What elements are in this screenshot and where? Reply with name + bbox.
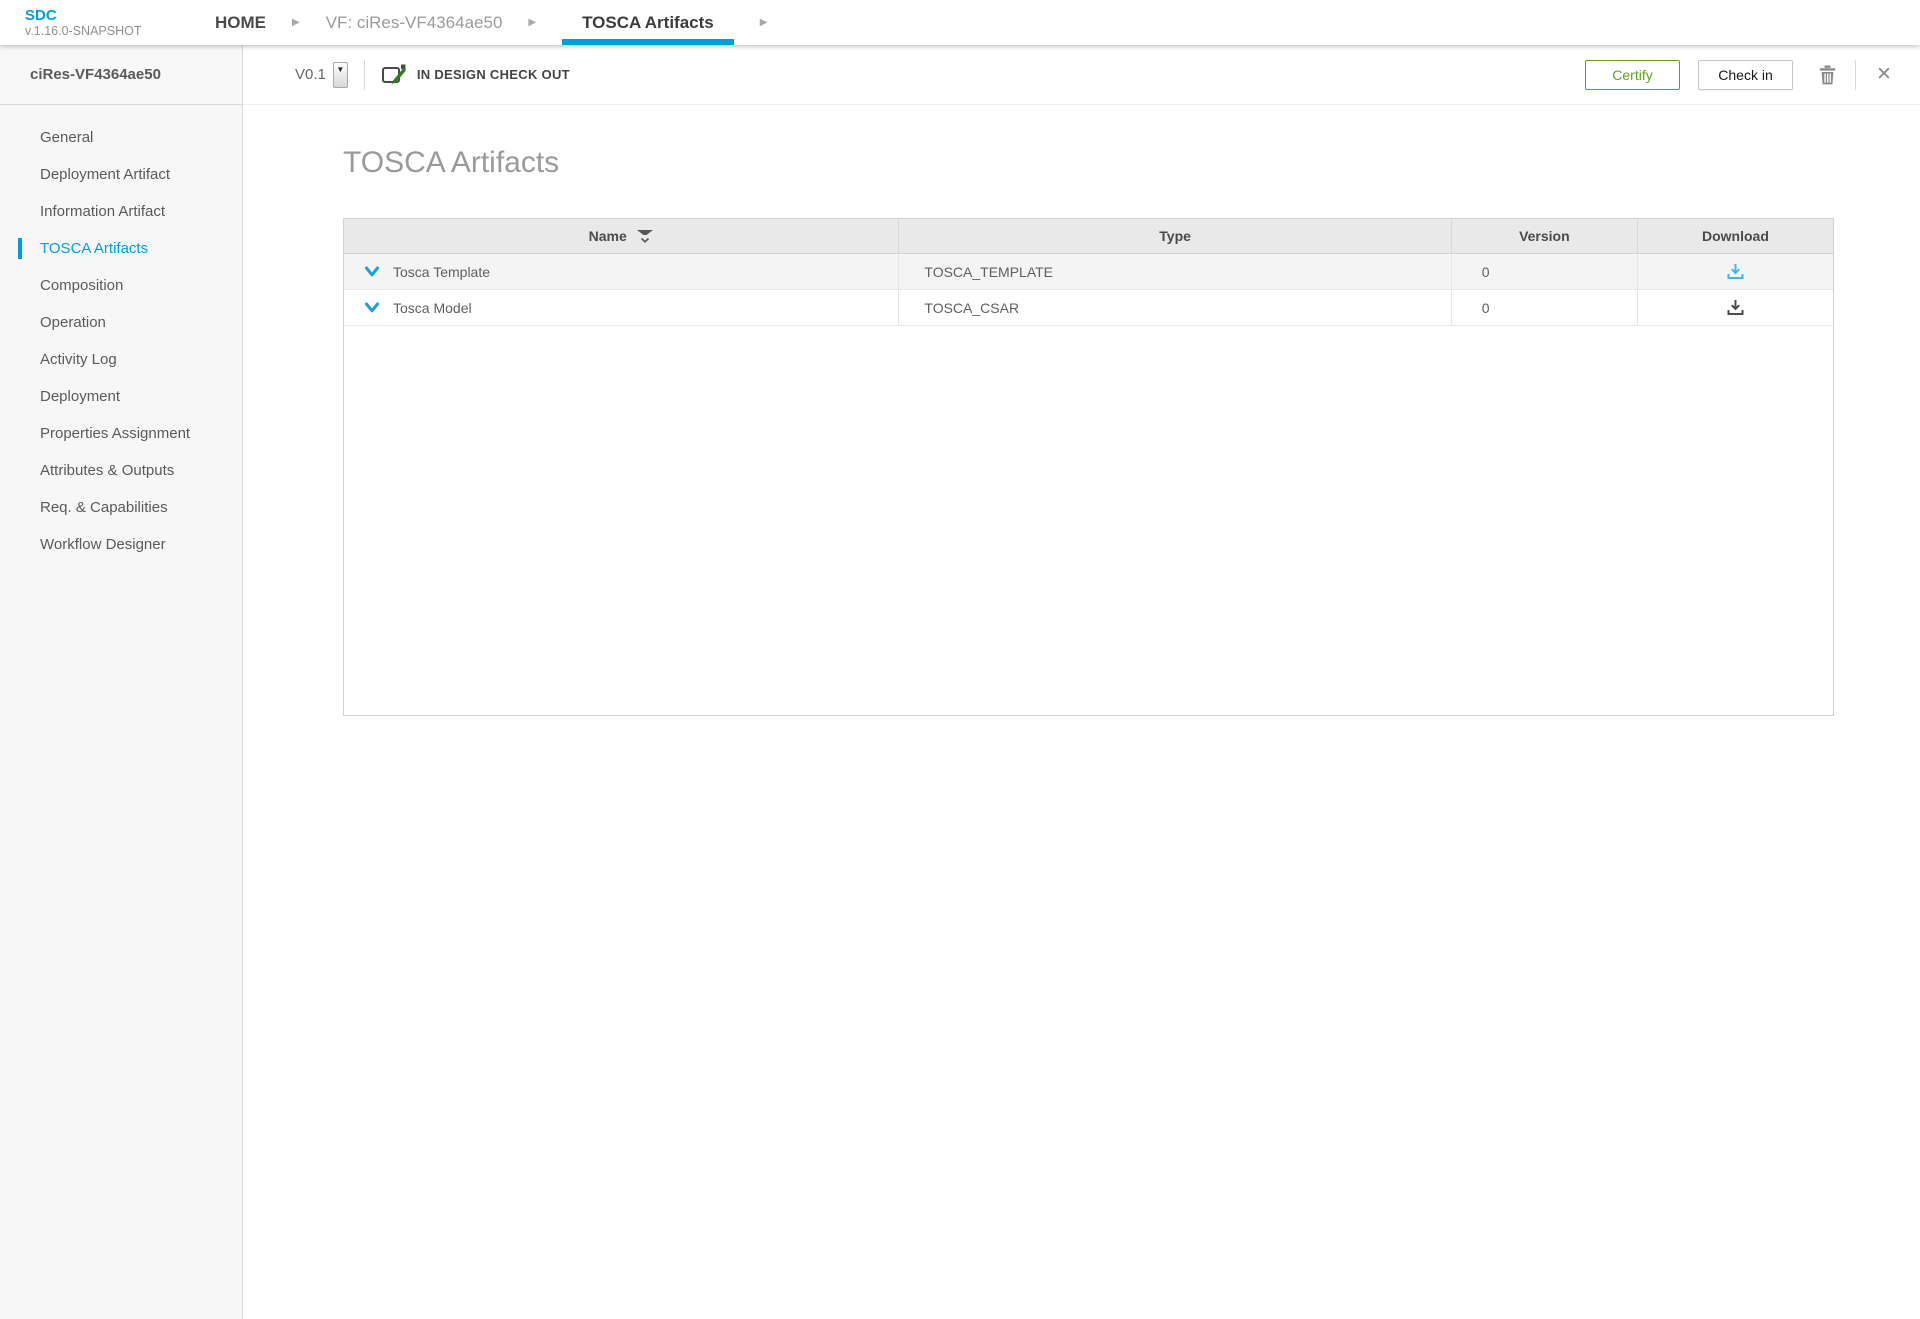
artifact-version-cell: 0	[1452, 290, 1638, 325]
version-stepper[interactable]: ▼	[333, 62, 348, 88]
sidebar-item-properties-assignment[interactable]: Properties Assignment	[0, 415, 242, 452]
artifact-version-cell: 0	[1452, 254, 1638, 289]
sidebar-item-activity-log[interactable]: Activity Log	[0, 341, 242, 378]
artifact-name: Tosca Template	[393, 264, 490, 280]
toolbar-divider	[364, 60, 365, 90]
artifact-type-cell: TOSCA_TEMPLATE	[899, 254, 1451, 289]
sidebar-item-tosca-artifacts[interactable]: TOSCA Artifacts	[0, 230, 242, 267]
page-title: TOSCA Artifacts	[343, 145, 1834, 181]
toolbar-divider	[1855, 60, 1856, 90]
lifecycle-state-label: IN DESIGN CHECK OUT	[417, 67, 570, 82]
certify-button[interactable]: Certify	[1585, 60, 1680, 90]
breadcrumb-arrow-icon: ▶	[292, 0, 300, 45]
sidebar-item-operation[interactable]: Operation	[0, 304, 242, 341]
main-content: TOSCA Artifacts Name Type Version Downlo…	[243, 105, 1920, 1319]
artifact-download-cell	[1638, 290, 1833, 325]
close-icon[interactable]: ✕	[1872, 60, 1896, 90]
artifact-name-cell: Tosca Template	[344, 254, 899, 289]
column-header-type[interactable]: Type	[899, 219, 1451, 253]
page-body: General Deployment Artifact Information …	[0, 105, 1920, 1319]
artifact-type-cell: TOSCA_CSAR	[899, 290, 1451, 325]
sidebar-item-req-capabilities[interactable]: Req. & Capabilities	[0, 489, 242, 526]
active-tab-underline	[562, 39, 734, 45]
download-icon[interactable]	[1726, 299, 1745, 316]
artifact-download-cell	[1638, 254, 1833, 289]
artifact-name: Tosca Model	[393, 300, 472, 316]
breadcrumb-active-label: TOSCA Artifacts	[582, 13, 714, 33]
table-row[interactable]: Tosca Model TOSCA_CSAR 0	[344, 290, 1833, 326]
column-header-download[interactable]: Download	[1638, 219, 1833, 253]
sidebar-item-general[interactable]: General	[0, 119, 242, 156]
sidebar: General Deployment Artifact Information …	[0, 105, 243, 1319]
sub-header: ciRes-VF4364ae50 V0.1 ▼ IN DESIGN CHECK …	[0, 45, 1920, 105]
sidebar-item-deployment-artifact[interactable]: Deployment Artifact	[0, 156, 242, 193]
version-label: V0.1	[295, 66, 326, 83]
stepper-down-icon: ▼	[336, 63, 344, 76]
sidebar-item-workflow-designer[interactable]: Workflow Designer	[0, 526, 242, 563]
top-header-bar: SDC v.1.16.0-SNAPSHOT HOME ▶ VF: ciRes-V…	[0, 0, 1920, 45]
breadcrumb-arrow-icon: ▶	[760, 0, 768, 45]
resource-name-title: ciRes-VF4364ae50	[0, 45, 243, 105]
column-header-name[interactable]: Name	[344, 219, 899, 253]
in-design-checkout-icon	[381, 63, 407, 87]
expand-chevron-icon[interactable]	[364, 266, 380, 278]
breadcrumb-tosca-artifacts[interactable]: TOSCA Artifacts	[562, 0, 734, 45]
sidebar-item-label: TOSCA Artifacts	[40, 240, 148, 257]
delete-icon[interactable]	[1815, 60, 1839, 90]
sidebar-item-information-artifact[interactable]: Information Artifact	[0, 193, 242, 230]
breadcrumb: HOME ▶ VF: ciRes-VF4364ae50 ▶ TOSCA Arti…	[215, 0, 793, 45]
artifact-name-cell: Tosca Model	[344, 290, 899, 325]
tosca-artifacts-table: Name Type Version Download	[343, 218, 1834, 716]
sidebar-item-composition[interactable]: Composition	[0, 267, 242, 304]
expand-chevron-icon[interactable]	[364, 302, 380, 314]
breadcrumb-home[interactable]: HOME	[215, 0, 266, 45]
sdc-version-label: v.1.16.0-SNAPSHOT	[25, 24, 175, 38]
sdc-logo-title: SDC	[25, 8, 175, 24]
download-icon[interactable]	[1726, 263, 1745, 280]
breadcrumb-vf[interactable]: VF: ciRes-VF4364ae50	[326, 0, 503, 45]
sidebar-item-attributes-outputs[interactable]: Attributes & Outputs	[0, 452, 242, 489]
version-toolbar: V0.1 ▼ IN DESIGN CHECK OUT Certify Check…	[243, 45, 1920, 105]
table-header-row: Name Type Version Download	[344, 219, 1833, 254]
sdc-logo[interactable]: SDC v.1.16.0-SNAPSHOT	[25, 0, 175, 45]
check-in-button[interactable]: Check in	[1698, 60, 1793, 90]
sort-icon	[636, 229, 654, 244]
breadcrumb-arrow-icon: ▶	[528, 0, 536, 45]
table-row[interactable]: Tosca Template TOSCA_TEMPLATE 0	[344, 254, 1833, 290]
column-header-version[interactable]: Version	[1452, 219, 1638, 253]
active-item-marker	[18, 238, 22, 259]
sidebar-item-deployment[interactable]: Deployment	[0, 378, 242, 415]
